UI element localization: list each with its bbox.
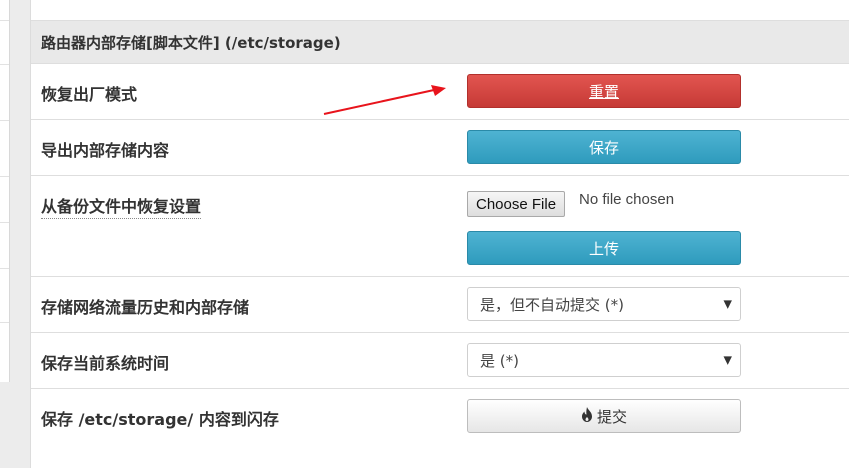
annotation-arrow-icon — [323, 85, 446, 115]
section-title: 路由器内部存储[脚本文件] (/etc/storage) — [31, 21, 849, 64]
row-save-time: 保存当前系统时间 是 (*) ▼ — [31, 333, 849, 389]
chevron-down-icon: ▼ — [723, 297, 732, 311]
store-traffic-selected-value: 是，但不自动提交 (*) — [480, 295, 624, 314]
panel-top-spacer — [31, 0, 849, 21]
sidebar-divider — [0, 222, 9, 223]
sidebar — [0, 0, 10, 382]
commit-button-label: 提交 — [596, 407, 627, 426]
sidebar-divider — [0, 322, 9, 323]
commit-flash-label: 保存 /etc/storage/ 内容到闪存 — [41, 410, 279, 429]
sidebar-divider — [0, 176, 9, 177]
reset-button-label: 重置 — [588, 82, 619, 101]
row-commit-flash: 保存 /etc/storage/ 内容到闪存 提交 — [31, 389, 849, 459]
file-status-text: No file chosen — [579, 191, 675, 208]
sidebar-divider — [0, 20, 9, 21]
factory-reset-label: 恢复出厂模式 — [41, 85, 138, 104]
choose-file-button[interactable]: Choose File — [467, 191, 566, 217]
commit-button[interactable]: 提交 — [467, 399, 741, 433]
export-storage-label: 导出内部存储内容 — [41, 141, 170, 160]
restore-backup-label: 从备份文件中恢复设置 — [41, 193, 202, 219]
store-traffic-label: 存储网络流量历史和内部存储 — [41, 298, 250, 317]
row-export-storage: 导出内部存储内容 保存 — [31, 120, 849, 176]
sidebar-divider — [0, 268, 9, 269]
store-traffic-select[interactable]: 是，但不自动提交 (*) ▼ — [467, 287, 741, 321]
upload-button[interactable]: 上传 — [467, 231, 741, 265]
save-button[interactable]: 保存 — [467, 130, 741, 164]
sidebar-divider — [0, 64, 9, 65]
save-time-select[interactable]: 是 (*) ▼ — [467, 343, 741, 377]
save-time-label: 保存当前系统时间 — [41, 354, 170, 373]
storage-settings-panel: 路由器内部存储[脚本文件] (/etc/storage) 恢复出厂模式 重置 导… — [30, 0, 849, 468]
row-restore-backup: 从备份文件中恢复设置 Choose File No file chosen 上传 — [31, 176, 849, 277]
save-time-selected-value: 是 (*) — [480, 351, 519, 370]
row-store-traffic: 存储网络流量历史和内部存储 是，但不自动提交 (*) ▼ — [31, 277, 849, 333]
reset-button[interactable]: 重置 — [467, 74, 741, 108]
sidebar-divider — [0, 120, 9, 121]
chevron-down-icon: ▼ — [723, 353, 732, 367]
fire-icon — [581, 406, 593, 426]
